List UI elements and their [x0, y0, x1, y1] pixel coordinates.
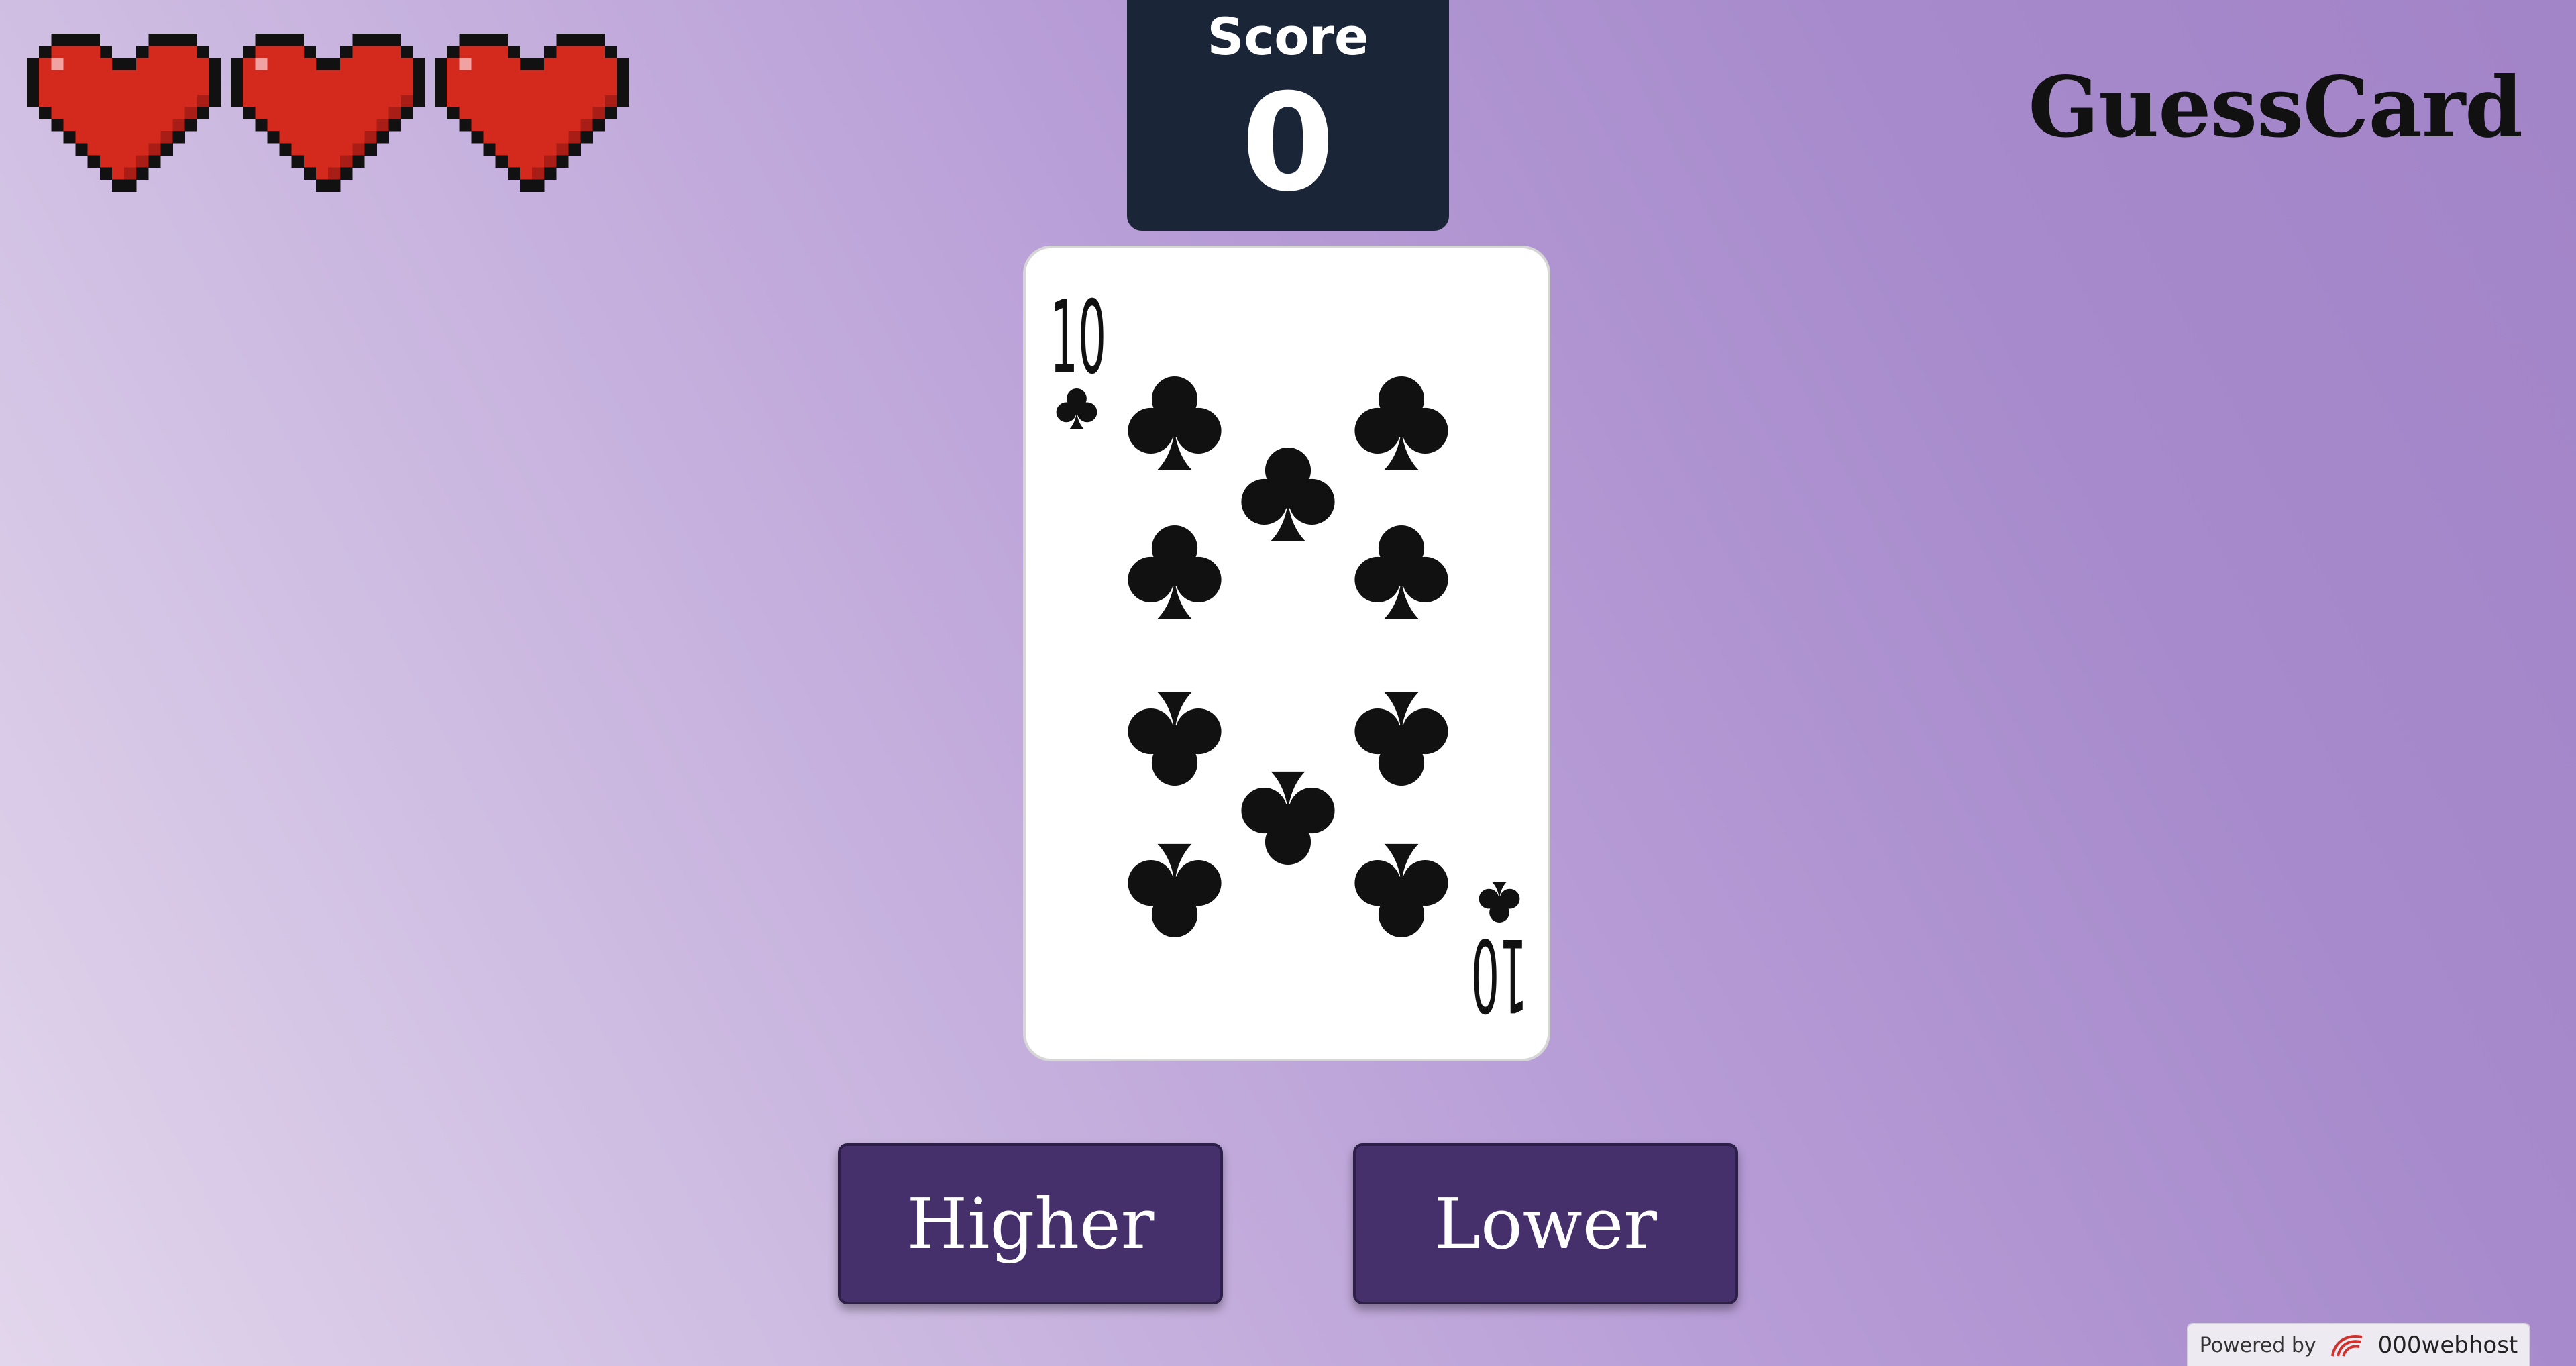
card-face: 10 10: [1050, 280, 1527, 1033]
playing-card: 10 10: [1023, 246, 1550, 1061]
lower-button[interactable]: Lower: [1353, 1143, 1738, 1304]
club-icon: [1354, 376, 1448, 470]
club-icon: [1128, 525, 1222, 619]
000webhost-logo-icon: [2330, 1335, 2363, 1357]
brand-title: GuessCard: [2028, 59, 2523, 156]
club-icon: [1128, 843, 1222, 937]
powered-by-label: Powered by: [2199, 1333, 2316, 1357]
club-icon: [1128, 376, 1222, 470]
club-icon: [1354, 843, 1448, 937]
score-value: 0: [1241, 65, 1335, 221]
club-icon: [1128, 692, 1222, 786]
host-name: 000webhost: [2377, 1332, 2518, 1359]
lives-display: [27, 25, 629, 200]
pixel-heart-icon: [27, 34, 221, 193]
pixel-heart-icon: [435, 34, 629, 193]
club-icon: [1354, 525, 1448, 619]
score-label: Score: [1207, 7, 1369, 66]
score-panel: Score 0: [1127, 0, 1449, 231]
powered-by-badge[interactable]: Powered by 000webhost: [2187, 1323, 2530, 1366]
club-icon: [1241, 771, 1335, 865]
higher-button[interactable]: Higher: [838, 1143, 1223, 1304]
card-rank-label: 10: [1050, 280, 1106, 397]
pixel-heart-icon: [231, 34, 425, 193]
card-rank-label: 10: [1471, 916, 1527, 1033]
club-icon: [1241, 448, 1335, 541]
club-icon: [1354, 692, 1448, 786]
